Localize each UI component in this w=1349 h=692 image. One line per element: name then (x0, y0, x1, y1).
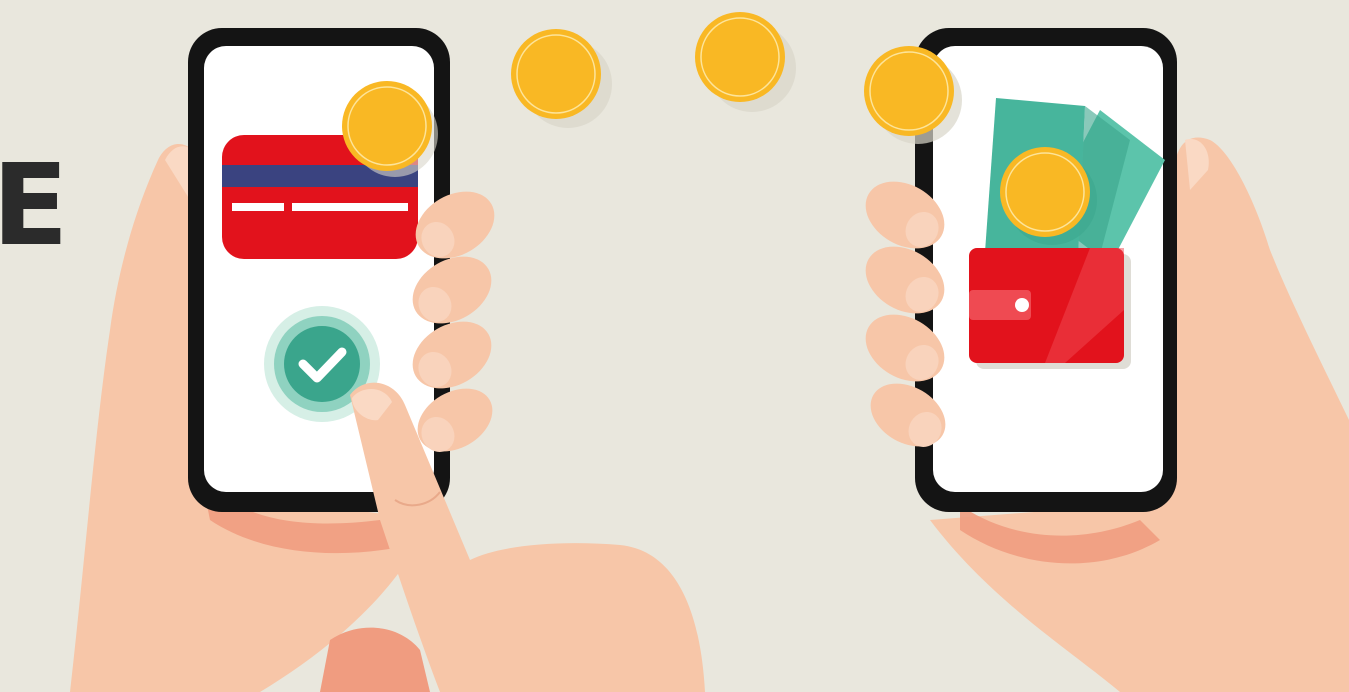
wallet-icon (969, 248, 1131, 369)
coin-icon (511, 29, 612, 128)
flying-coins (511, 12, 796, 128)
payment-illustration (70, 12, 1349, 692)
coin-icon (695, 12, 796, 112)
